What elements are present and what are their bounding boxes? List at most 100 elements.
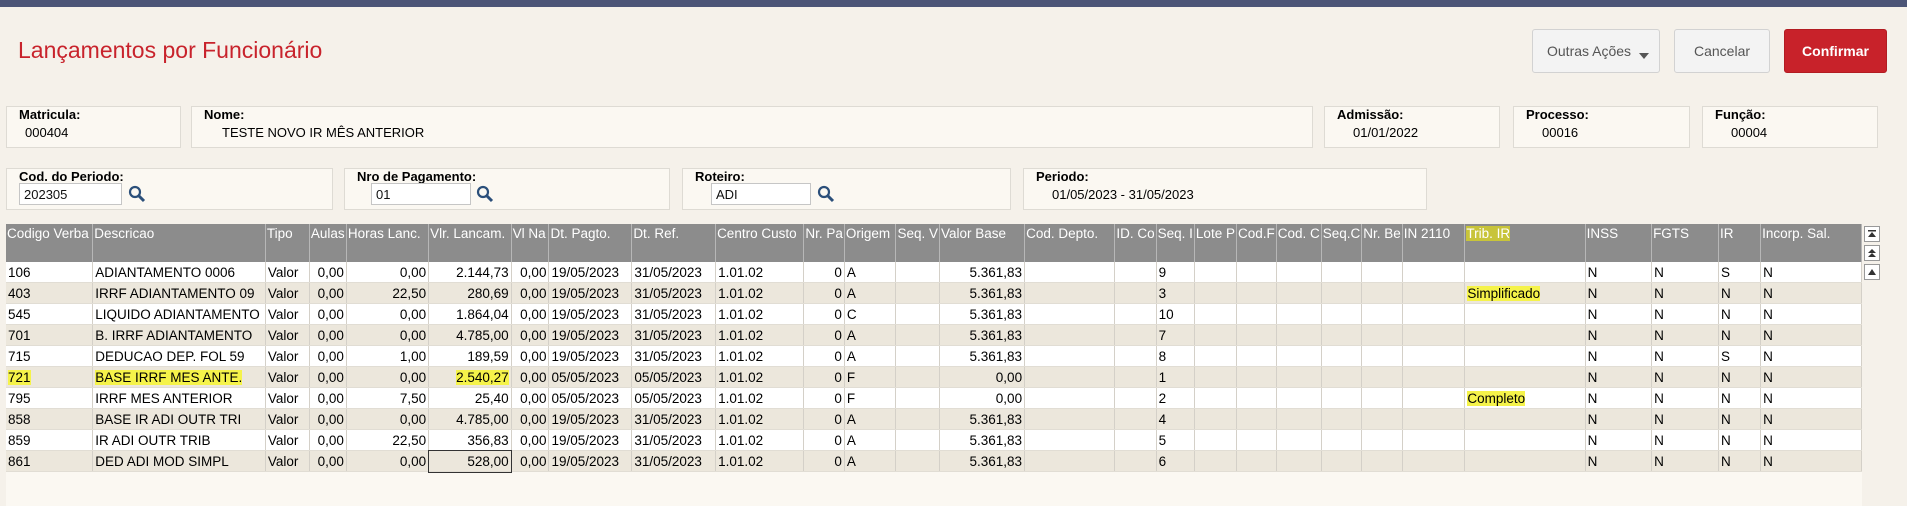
grid-cell[interactable] — [1361, 387, 1403, 409]
grid-cell[interactable]: 0,00 — [511, 408, 550, 430]
grid-cell[interactable] — [1402, 324, 1466, 346]
grid-header-cell[interactable]: FGTS — [1651, 224, 1719, 262]
grid-cell[interactable]: 7,50 — [346, 387, 430, 409]
grid-cell[interactable]: N — [1585, 303, 1653, 325]
grid-cell[interactable]: 0,00 — [511, 303, 550, 325]
grid-cell[interactable]: A — [844, 429, 897, 451]
grid-cell[interactable]: 0,00 — [511, 262, 550, 283]
grid-cell[interactable]: 861 — [6, 450, 94, 472]
grid-cell[interactable] — [895, 450, 940, 472]
grid-cell[interactable]: BASE IR ADI OUTR TRI — [92, 408, 266, 430]
grid-cell[interactable]: 701 — [6, 324, 94, 346]
grid-cell[interactable] — [1361, 345, 1403, 367]
grid-cell[interactable] — [1114, 282, 1157, 304]
grid-cell[interactable]: 19/05/2023 — [548, 345, 633, 367]
grid-cell[interactable]: N — [1718, 450, 1762, 472]
grid-cell[interactable]: 1.01.02 — [715, 282, 805, 304]
grid-header-cell[interactable]: Codigo Verba — [6, 224, 94, 262]
grid-cell[interactable]: 5 — [1156, 429, 1195, 451]
grid-cell[interactable]: 1 — [1156, 366, 1195, 388]
grid-header-cell[interactable]: Nr. Be — [1361, 224, 1403, 262]
grid-cell[interactable]: Valor — [265, 345, 310, 367]
grid-cell[interactable]: Simplificado — [1464, 282, 1586, 304]
grid-cell[interactable]: 0,00 — [309, 282, 347, 304]
table-row[interactable]: 403 IRRF ADIANTAMENTO 09 Valor 0,00 22,50 280… — [6, 282, 1862, 304]
grid-cell[interactable] — [1276, 429, 1322, 451]
grid-cell[interactable] — [1464, 262, 1586, 283]
grid-cell[interactable]: 1.01.02 — [715, 366, 805, 388]
grid-cell[interactable]: A — [844, 324, 897, 346]
grid-cell[interactable]: 31/05/2023 — [631, 345, 717, 367]
grid-cell[interactable] — [1361, 282, 1403, 304]
grid-cell[interactable] — [1464, 345, 1586, 367]
grid-cell[interactable] — [1402, 408, 1466, 430]
grid-cell[interactable] — [895, 387, 940, 409]
grid-cell[interactable]: 0,00 — [511, 345, 550, 367]
grid-cell[interactable]: 5.361,83 — [939, 450, 1026, 472]
grid-cell[interactable] — [1024, 282, 1116, 304]
grid-cell[interactable] — [1236, 408, 1277, 430]
grid-cell[interactable] — [1194, 450, 1237, 472]
grid-cell[interactable] — [1024, 450, 1116, 472]
grid-cell[interactable]: N — [1651, 450, 1719, 472]
grid-cell[interactable]: 6 — [1156, 450, 1195, 472]
grid-cell[interactable]: N — [1760, 387, 1862, 409]
grid-header-cell[interactable]: Descricao — [92, 224, 266, 262]
grid-cell[interactable]: N — [1651, 262, 1719, 283]
grid-cell[interactable]: N — [1760, 303, 1862, 325]
grid-cell[interactable]: 1.01.02 — [715, 429, 805, 451]
grid-cell[interactable]: 4.785,00 — [428, 408, 512, 430]
grid-header-cell[interactable]: Vl Na — [511, 224, 550, 262]
grid-cell[interactable]: 2.540,27 — [428, 366, 512, 388]
grid-cell[interactable]: 1.01.02 — [715, 387, 805, 409]
grid-cell[interactable]: N — [1718, 408, 1762, 430]
grid-cell[interactable] — [1321, 324, 1363, 346]
scroll-page-up-icon[interactable] — [1864, 245, 1880, 261]
grid-cell[interactable] — [1276, 450, 1322, 472]
grid-cell[interactable]: 0,00 — [346, 324, 430, 346]
grid-cell[interactable] — [1194, 366, 1237, 388]
grid-cell[interactable]: 0 — [803, 366, 845, 388]
grid-header-cell[interactable]: Cod. Depto. — [1024, 224, 1116, 262]
grid-cell[interactable]: N — [1585, 324, 1653, 346]
grid-cell[interactable] — [1194, 387, 1237, 409]
grid-cell[interactable]: 4 — [1156, 408, 1195, 430]
grid-header-cell[interactable]: Tipo — [265, 224, 310, 262]
confirm-button[interactable]: Confirmar — [1784, 29, 1887, 73]
grid-cell[interactable]: 05/05/2023 — [631, 387, 717, 409]
grid-cell[interactable]: N — [1718, 324, 1762, 346]
grid-cell[interactable] — [1321, 408, 1363, 430]
scroll-top-icon[interactable] — [1864, 226, 1880, 242]
grid-cell[interactable]: 0,00 — [511, 387, 550, 409]
grid-cell[interactable]: N — [1718, 303, 1762, 325]
grid-cell[interactable] — [1024, 387, 1116, 409]
grid-cell[interactable] — [1464, 303, 1586, 325]
table-row[interactable]: 859 IR ADI OUTR TRIB Valor 0,00 22,50 356,83 0… — [6, 429, 1862, 451]
grid-cell[interactable]: 5.361,83 — [939, 345, 1026, 367]
grid-cell[interactable]: Completo — [1464, 387, 1586, 409]
grid-cell[interactable]: N — [1585, 366, 1653, 388]
grid-cell[interactable] — [895, 282, 940, 304]
grid-cell[interactable]: N — [1760, 345, 1862, 367]
grid-header-cell[interactable]: Cod. C — [1276, 224, 1322, 262]
grid-cell[interactable] — [1024, 303, 1116, 325]
grid-cell[interactable]: 19/05/2023 — [548, 324, 633, 346]
grid-cell[interactable] — [1236, 450, 1277, 472]
grid-cell[interactable] — [1114, 366, 1157, 388]
grid-header-cell[interactable]: Aulas — [309, 224, 347, 262]
grid-cell[interactable]: N — [1651, 387, 1719, 409]
grid-header-cell[interactable]: Lote P — [1194, 224, 1237, 262]
grid-cell[interactable]: 2.144,73 — [428, 262, 512, 283]
grid-cell[interactable] — [1402, 429, 1466, 451]
grid-cell[interactable]: 715 — [6, 345, 94, 367]
grid-cell[interactable]: 1.01.02 — [715, 345, 805, 367]
grid-cell[interactable]: 0 — [803, 429, 845, 451]
grid-cell[interactable] — [1361, 450, 1403, 472]
grid-cell[interactable] — [1194, 345, 1237, 367]
search-icon[interactable] — [817, 185, 835, 203]
grid-cell[interactable] — [1464, 429, 1586, 451]
grid-cell[interactable]: 0,00 — [309, 429, 347, 451]
table-row[interactable]: 721 BASE IRRF MES ANTE. Valor 0,00 0,00 2.540… — [6, 366, 1862, 388]
grid-cell[interactable] — [1236, 429, 1277, 451]
grid-cell[interactable] — [1402, 345, 1466, 367]
